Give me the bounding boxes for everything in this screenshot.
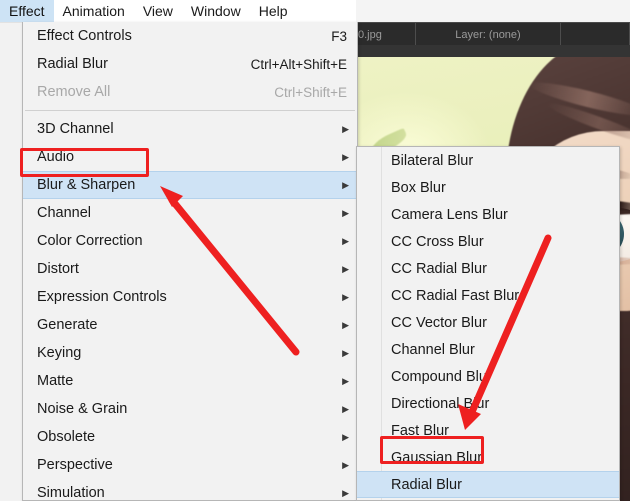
submenu-item-directional-blur[interactable]: Directional Blur — [357, 390, 619, 417]
submenu-item-compound-blur[interactable]: Compound Blur — [357, 363, 619, 390]
submenu-item-label: Camera Lens Blur — [391, 206, 508, 223]
menu-item-matte[interactable]: Matte ▶ — [23, 367, 357, 395]
submenu-item-box-blur[interactable]: Box Blur — [357, 174, 619, 201]
submenu-chevron-right-icon: ▶ — [342, 375, 349, 386]
submenu-chevron-right-icon: ▶ — [342, 319, 349, 330]
menu-item-noise-grain[interactable]: Noise & Grain ▶ — [23, 395, 357, 423]
effect-dropdown-menu: Effect Controls F3 Radial Blur Ctrl+Alt+Shi… — [22, 22, 358, 501]
menubar-item-effect[interactable]: Effect — [0, 0, 54, 22]
submenu-item-label: Directional Blur — [391, 395, 490, 412]
menu-item-channel[interactable]: Channel ▶ — [23, 199, 357, 227]
menu-item-3d-channel[interactable]: 3D Channel ▶ — [23, 115, 357, 143]
menubar-item-animation[interactable]: Animation — [54, 0, 134, 22]
submenu-item-fast-blur[interactable]: Fast Blur — [357, 417, 619, 444]
menu-item-perspective[interactable]: Perspective ▶ — [23, 451, 357, 479]
panel-tab-file[interactable]: 0.jpg — [356, 23, 416, 46]
menu-item-label: Expression Controls — [37, 289, 167, 305]
menubar-item-window[interactable]: Window — [182, 0, 250, 22]
application-menubar: Effect Animation View Window Help — [0, 0, 356, 23]
menu-item-shortcut: F3 — [331, 28, 347, 44]
menubar-item-view[interactable]: View — [134, 0, 182, 22]
submenu-item-label: Box Blur — [391, 179, 446, 196]
menu-item-expression-controls[interactable]: Expression Controls ▶ — [23, 283, 357, 311]
menu-item-label: Color Correction — [37, 233, 143, 249]
submenu-chevron-right-icon: ▶ — [342, 235, 349, 246]
menu-item-shortcut: Ctrl+Shift+E — [274, 84, 347, 100]
panel-tab-extra[interactable] — [561, 23, 630, 46]
submenu-item-label: Compound Blur — [391, 368, 492, 385]
submenu-chevron-right-icon: ▶ — [342, 263, 349, 274]
menu-item-label: Perspective — [37, 457, 113, 473]
menu-item-obsolete[interactable]: Obsolete ▶ — [23, 423, 357, 451]
menu-item-shortcut: Ctrl+Alt+Shift+E — [250, 56, 347, 72]
menubar-item-help[interactable]: Help — [250, 0, 297, 22]
menu-separator — [25, 110, 355, 111]
submenu-item-channel-blur[interactable]: Channel Blur — [357, 336, 619, 363]
menu-item-effect-controls[interactable]: Effect Controls F3 — [23, 22, 357, 50]
submenu-chevron-right-icon: ▶ — [342, 487, 349, 498]
menu-item-label: Channel — [37, 205, 92, 221]
submenu-item-cc-cross-blur[interactable]: CC Cross Blur — [357, 228, 619, 255]
submenu-chevron-right-icon: ▶ — [342, 403, 349, 414]
menu-item-label: Effect Controls — [37, 28, 132, 44]
submenu-chevron-right-icon: ▶ — [342, 347, 349, 358]
submenu-chevron-right-icon: ▶ — [342, 123, 349, 134]
menu-item-label: Simulation — [37, 485, 105, 501]
menu-item-distort[interactable]: Distort ▶ — [23, 255, 357, 283]
menu-item-label: Remove All — [37, 84, 111, 100]
menu-item-remove-all: Remove All Ctrl+Shift+E — [23, 78, 357, 106]
menu-item-label: Matte — [37, 373, 74, 389]
menu-item-label: Noise & Grain — [37, 401, 128, 417]
submenu-item-radial-blur[interactable]: Radial Blur — [357, 471, 619, 498]
menu-item-label: Radial Blur — [37, 56, 108, 72]
submenu-item-bilateral-blur[interactable]: Bilateral Blur — [357, 147, 619, 174]
submenu-chevron-right-icon: ▶ — [342, 151, 349, 162]
submenu-item-label: CC Radial Fast Blur — [391, 287, 520, 304]
submenu-chevron-right-icon: ▶ — [342, 179, 349, 190]
submenu-item-label: Channel Blur — [391, 341, 475, 358]
submenu-item-gaussian-blur[interactable]: Gaussian Blur — [357, 444, 619, 471]
window-chrome-strip — [356, 0, 630, 23]
submenu-item-label: Radial Blur — [391, 476, 462, 493]
panel-tab-layer[interactable]: Layer: (none) — [416, 23, 561, 46]
menu-item-label: Obsolete — [37, 429, 96, 445]
menu-item-blur-sharpen[interactable]: Blur & Sharpen ▶ — [23, 171, 357, 199]
submenu-chevron-right-icon: ▶ — [342, 459, 349, 470]
menu-item-radial-blur[interactable]: Radial Blur Ctrl+Alt+Shift+E — [23, 50, 357, 78]
menu-item-label: Keying — [37, 345, 82, 361]
panel-gap — [356, 45, 630, 57]
submenu-item-cc-radial-fast-blur[interactable]: CC Radial Fast Blur — [357, 282, 619, 309]
menu-item-label: Audio — [37, 149, 75, 165]
menu-item-simulation[interactable]: Simulation ▶ — [23, 479, 357, 501]
submenu-item-cc-vector-blur[interactable]: CC Vector Blur — [357, 309, 619, 336]
submenu-item-label: CC Radial Blur — [391, 260, 487, 277]
submenu-chevron-right-icon: ▶ — [342, 291, 349, 302]
menu-item-keying[interactable]: Keying ▶ — [23, 339, 357, 367]
submenu-item-cc-radial-blur[interactable]: CC Radial Blur — [357, 255, 619, 282]
blur-and-sharpen-submenu: Bilateral Blur Box Blur Camera Lens Blur CC… — [356, 146, 620, 501]
submenu-item-camera-lens-blur[interactable]: Camera Lens Blur — [357, 201, 619, 228]
menu-item-label: Distort — [37, 261, 79, 277]
submenu-chevron-right-icon: ▶ — [342, 431, 349, 442]
menu-item-color-correction[interactable]: Color Correction ▶ — [23, 227, 357, 255]
submenu-item-label: CC Vector Blur — [391, 314, 487, 331]
menu-item-label: 3D Channel — [37, 121, 114, 137]
submenu-item-label: Bilateral Blur — [391, 152, 474, 169]
submenu-chevron-right-icon: ▶ — [342, 207, 349, 218]
menu-item-generate[interactable]: Generate ▶ — [23, 311, 357, 339]
menu-item-label: Blur & Sharpen — [37, 177, 136, 193]
panel-tab-bar: 0.jpg Layer: (none) — [356, 22, 630, 46]
submenu-item-label: CC Cross Blur — [391, 233, 484, 250]
submenu-item-label: Gaussian Blur — [391, 449, 483, 466]
submenu-item-label: Fast Blur — [391, 422, 450, 439]
application-canvas: 0.jpg Layer: (none) Effect Animation View W… — [0, 0, 630, 501]
menu-item-label: Generate — [37, 317, 98, 333]
menu-item-audio[interactable]: Audio ▶ — [23, 143, 357, 171]
